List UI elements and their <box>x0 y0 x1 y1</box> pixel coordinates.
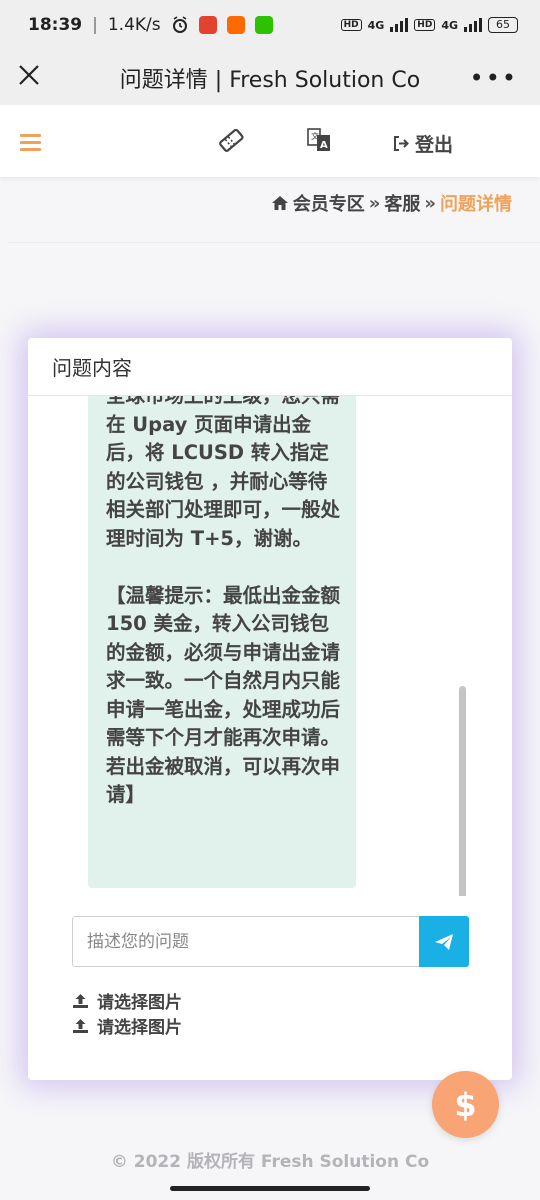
status-bar: 18:39 | 1.4K/s HD 4G HD 4G 65 <box>0 0 540 50</box>
hd-badge-2: HD <box>414 19 436 31</box>
alarm-icon <box>172 16 187 33</box>
svg-text:文: 文 <box>311 131 319 141</box>
breadcrumb: 会员专区 » 客服 » 问题详情 <box>271 190 512 216</box>
upload-label: 请选择图片 <box>97 993 182 1013</box>
signal-icon-2 <box>464 18 482 32</box>
divider <box>8 242 540 243</box>
app-icon-red <box>198 16 217 34</box>
top-navbar: 文 A 登出 <box>0 105 540 177</box>
send-icon <box>435 933 453 950</box>
breadcrumb-separator: » <box>424 192 436 214</box>
breadcrumb-parent[interactable]: 客服 <box>384 190 420 216</box>
battery-icon: 65 <box>488 17 518 33</box>
send-button[interactable] <box>419 916 469 967</box>
svg-text:A: A <box>320 140 328 151</box>
upload-image-button-2[interactable]: 请选择图片 <box>72 1013 182 1038</box>
ticket-icon[interactable] <box>218 127 244 153</box>
home-indicator[interactable] <box>170 1186 370 1191</box>
page-title: 问题详情 | Fresh Solution Co <box>119 67 421 93</box>
upload-icon <box>73 994 88 1008</box>
breadcrumb-home[interactable]: 会员专区 <box>293 190 365 216</box>
wechat-icon <box>254 16 273 34</box>
scrollbar[interactable] <box>459 686 466 896</box>
status-time: 18:39 <box>28 15 83 35</box>
taobao-icon <box>226 16 245 34</box>
logout-label: 登出 <box>415 134 454 156</box>
chat-area[interactable]: 全球市场上的上级，您只需在 Upay 页面申请出金后，将 LCUSD 转入指定的… <box>28 396 512 896</box>
translate-icon[interactable]: 文 A <box>306 127 332 153</box>
signal-icon-1 <box>390 18 409 32</box>
logout-button[interactable]: 登出 <box>393 130 453 157</box>
logout-icon <box>394 136 409 151</box>
title-bar: 问题详情 | Fresh Solution Co ••• <box>0 50 540 105</box>
network-type-1: 4G <box>367 18 385 32</box>
breadcrumb-separator: » <box>368 192 381 214</box>
footer-copyright: © 2022 版权所有 Fresh Solution Co <box>110 1152 430 1172</box>
menu-icon[interactable] <box>20 134 41 151</box>
more-options-icon[interactable]: ••• <box>470 64 518 92</box>
hd-badge-1: HD <box>340 19 362 31</box>
dollar-icon: $ <box>454 1085 477 1124</box>
upload-icon <box>73 1019 88 1033</box>
question-input[interactable] <box>72 916 419 967</box>
message-bubble: 全球市场上的上级，您只需在 Upay 页面申请出金后，将 LCUSD 转入指定的… <box>88 396 356 888</box>
upload-label: 请选择图片 <box>97 1018 182 1038</box>
card-title: 问题内容 <box>28 338 512 396</box>
upload-image-button-1[interactable]: 请选择图片 <box>72 988 182 1013</box>
network-speed: 1.4K/s <box>107 15 161 35</box>
home-icon <box>271 196 288 210</box>
question-card: 问题内容 全球市场上的上级，您只需在 Upay 页面申请出金后，将 LCUSD … <box>28 338 512 1080</box>
network-type-2: 4G <box>441 18 458 32</box>
breadcrumb-current: 问题详情 <box>440 194 512 215</box>
message-input-row <box>72 916 469 967</box>
dollar-fab-button[interactable]: $ <box>432 1071 499 1138</box>
close-icon[interactable] <box>16 62 42 88</box>
